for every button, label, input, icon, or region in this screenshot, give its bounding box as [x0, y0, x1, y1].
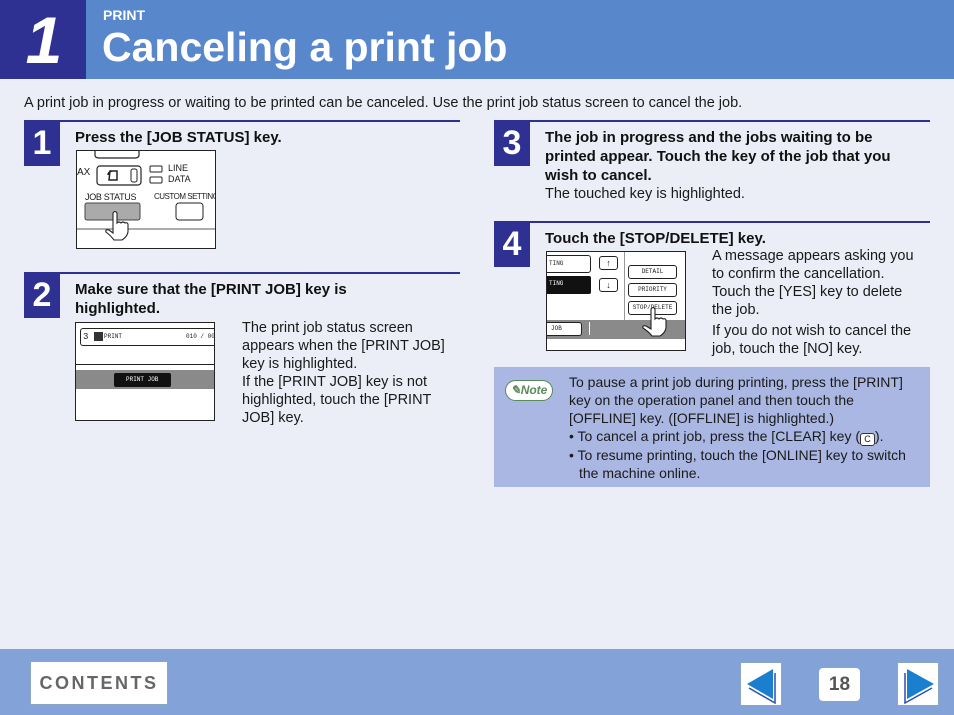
step-number: 1: [24, 122, 60, 166]
step-title: Make sure that the [PRINT JOB] key is hi…: [75, 280, 435, 318]
step-4: 4 Touch the [STOP/DELETE] key. TING TING…: [494, 221, 930, 361]
job-status-key-label: JOB STATUS: [85, 192, 137, 202]
chapter-badge: 1: [0, 0, 86, 79]
print-job-tab-label: PRINT JOB: [126, 376, 159, 383]
step-title-text: Make sure that the [PRINT JOB] key is hi…: [75, 281, 347, 317]
stop-delete-illustration: TING TING ↑ ↓ DETAIL PRIORITY STOP/DELET…: [546, 251, 686, 351]
previous-page-button[interactable]: [740, 662, 782, 706]
page-title: Canceling a print job: [102, 24, 508, 70]
step-2: 2 Make sure that the [PRINT JOB] key is …: [24, 272, 460, 427]
step-number: 2: [24, 274, 60, 318]
step-divider: [494, 120, 930, 122]
job-row-count: 010 / 00: [186, 333, 215, 340]
printer-icon: [94, 332, 103, 341]
step-title: The job in progress and the jobs waiting…: [545, 129, 891, 184]
note-bullet-online: • To resume printing, touch the [ONLINE]…: [569, 447, 906, 481]
section-label: PRINT: [103, 7, 145, 23]
divider: [76, 364, 214, 365]
step-3: 3 The job in progress and the jobs waiti…: [494, 120, 930, 210]
step-title: Touch the [STOP/DELETE] key.: [545, 230, 766, 247]
note-box: ✎Note To pause a print job during printi…: [494, 367, 930, 487]
footer-nav-bar: CONTENTS: [0, 649, 954, 715]
step-description: A message appears asking you to confirm …: [712, 248, 914, 357]
job-status-key-illustration: AX LINE DATA JOB STATUS CUSTOM SETTING: [76, 150, 216, 249]
custom-settings-key-label: CUSTOM SETTING: [154, 192, 216, 201]
pointing-hand-icon: [642, 306, 667, 337]
line-label: LINE: [168, 163, 189, 173]
right-arrow-icon: [904, 669, 934, 705]
chapter-number: 1: [25, 3, 63, 77]
note-bullet-clear: • To cancel a print job, press the [CLEA…: [569, 428, 884, 446]
note-text: To pause a print job during printing, pr…: [569, 373, 925, 482]
pencil-icon: ✎: [510, 383, 521, 397]
contents-button[interactable]: CONTENTS: [30, 661, 168, 705]
step-description: The print job status screen appears when…: [242, 320, 445, 426]
step-number: 4: [494, 223, 530, 267]
clear-key-icon: C: [860, 433, 875, 446]
job-row-number: 3: [83, 332, 89, 342]
step-divider: [494, 221, 930, 223]
left-arrow-icon: [747, 669, 776, 705]
intro-text: A print job in progress or waiting to be…: [24, 95, 743, 111]
step-1: 1 Press the [JOB STATUS] key. AX LINE DA…: [24, 120, 460, 255]
step-description: The touched key is highlighted.: [545, 186, 745, 202]
step-divider: [24, 272, 460, 274]
fax-label: AX: [77, 167, 91, 178]
data-label: DATA: [168, 174, 191, 184]
note-badge: ✎Note: [505, 380, 553, 401]
job-row-label: PRINT: [104, 333, 123, 340]
step-number: 3: [494, 122, 530, 166]
next-page-button[interactable]: [897, 662, 939, 706]
page-number: 18: [819, 668, 860, 701]
page-header: 1 PRINT Canceling a print job: [0, 0, 954, 79]
print-job-status-illustration: 3 PRINT 010 / 00 PRINT JOB: [75, 322, 215, 421]
step-divider: [24, 120, 460, 122]
step-title: Press the [JOB STATUS] key.: [75, 129, 282, 146]
